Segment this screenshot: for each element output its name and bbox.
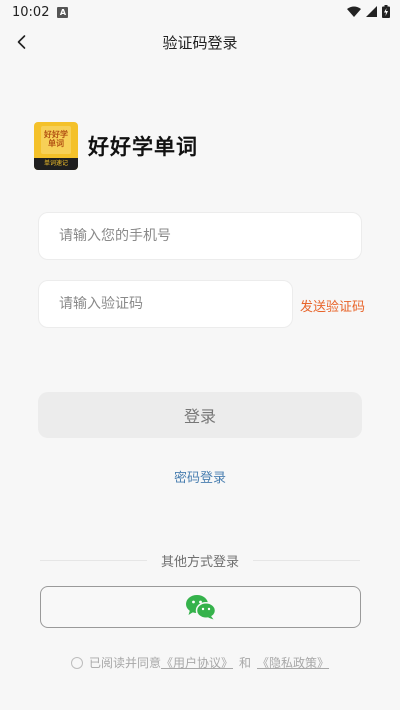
user-agreement-link[interactable]: 《用户协议》: [161, 654, 233, 671]
verification-code-input[interactable]: [59, 296, 292, 312]
other-login-label: 其他方式登录: [161, 554, 240, 570]
agreement-row: 已阅读并同意 《用户协议》 和 《隐私政策》: [0, 654, 400, 671]
send-code-button[interactable]: 发送验证码: [300, 296, 365, 315]
app-logo: 好好学 单词 单词速记: [34, 122, 78, 170]
agreement-checkbox[interactable]: [70, 656, 83, 669]
logo-book-text: 好好学 单词: [44, 130, 68, 148]
wechat-icon: [185, 595, 216, 620]
phone-field-container: [38, 212, 362, 260]
wechat-login-button[interactable]: [40, 586, 361, 628]
back-chevron-icon[interactable]: [12, 32, 32, 52]
code-field-container: [38, 280, 293, 328]
battery-icon: [382, 5, 390, 18]
status-bar: 10:02 A: [0, 0, 400, 24]
password-login-link[interactable]: 密码登录: [0, 467, 400, 486]
brand-header: 好好学 单词 单词速记 好好学单词: [34, 122, 198, 170]
phone-input[interactable]: [59, 228, 361, 244]
wifi-icon: [347, 6, 361, 17]
page-title: 验证码登录: [162, 33, 238, 52]
agreement-prefix: 已阅读并同意: [88, 656, 161, 670]
privacy-policy-link[interactable]: 《隐私政策》: [257, 654, 329, 671]
notification-icon: A: [57, 6, 69, 18]
status-time: 10:02: [12, 4, 50, 20]
divider-line-right: [253, 559, 361, 561]
divider-line-left: [40, 559, 147, 561]
login-button[interactable]: 登录: [38, 392, 362, 438]
agreement-and: 和: [239, 656, 252, 670]
logo-band-text: 单词速记: [34, 158, 78, 170]
app-name: 好好学单词: [88, 135, 198, 159]
other-login-divider: 其他方式登录: [40, 551, 361, 570]
nav-bar: 验证码登录: [0, 24, 400, 60]
signal-icon: [366, 6, 377, 17]
status-icons: [347, 5, 390, 18]
